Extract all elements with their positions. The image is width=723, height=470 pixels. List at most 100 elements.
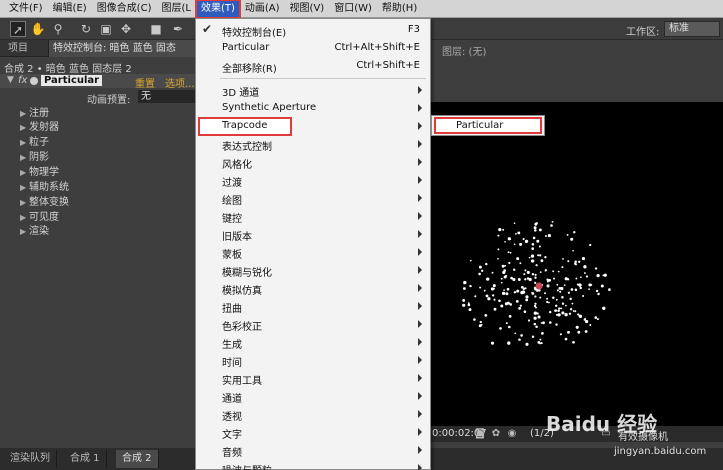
menu-window[interactable]: 窗口(W): [329, 0, 377, 18]
particle-dot: [485, 294, 489, 298]
menu-item-noise-grain[interactable]: 噪波与颗粒: [196, 459, 430, 470]
particle-dot: [570, 288, 574, 291]
selection-tool-icon[interactable]: ➚: [10, 21, 26, 37]
menu-item-audio[interactable]: 音频: [196, 441, 430, 459]
particle-dot: [583, 272, 586, 274]
emitter-center: [535, 282, 543, 290]
menu-item-obsolete[interactable]: 旧版本: [196, 225, 430, 243]
particle-dot: [512, 277, 516, 282]
menu-item-stylize[interactable]: 风格化: [196, 153, 430, 171]
particle-dot: [594, 316, 598, 319]
particle-dot: [502, 270, 506, 275]
tab-comp-2[interactable]: 合成 2: [116, 450, 159, 468]
menu-edit[interactable]: 编辑(E): [48, 0, 92, 18]
tree-item-particle[interactable]: ▶ 粒子: [20, 133, 49, 148]
expand-triangle-icon[interactable]: ▶: [20, 213, 29, 222]
reset-link[interactable]: 重置: [135, 75, 155, 90]
menu-item-transition[interactable]: 过渡: [196, 171, 430, 189]
menu-item-matte[interactable]: 蒙板: [196, 243, 430, 261]
tree-item-physics[interactable]: ▶ 物理学: [20, 163, 59, 178]
particle-dot: [536, 239, 540, 243]
color-channel-icon[interactable]: ◉: [506, 428, 518, 440]
rotate-tool-icon[interactable]: ↻: [78, 21, 94, 37]
tree-item-world-transform[interactable]: ▶ 整体变换: [20, 193, 69, 208]
options-link[interactable]: 选项...: [165, 75, 195, 90]
expand-triangle-icon[interactable]: ▶: [20, 109, 29, 118]
camera-tool-icon[interactable]: ▣: [98, 21, 114, 37]
expand-triangle-icon[interactable]: ▶: [20, 227, 29, 236]
particle-dot: [580, 276, 582, 279]
menu-item-effect-controls[interactable]: ✔ 特效控制台(E) F3: [196, 21, 430, 39]
tree-item-aux-system[interactable]: ▶ 辅助系统: [20, 178, 69, 193]
tree-item-shading[interactable]: ▶ 阴影: [20, 148, 49, 163]
preset-select[interactable]: 无: [138, 90, 195, 103]
effect-toggle-icon[interactable]: [30, 77, 38, 85]
particle-dot: [584, 319, 589, 324]
menu-item-keying[interactable]: 键控: [196, 207, 430, 225]
submenu-arrow-icon: [418, 374, 422, 382]
pan-behind-tool-icon[interactable]: ✥: [118, 21, 134, 37]
collapse-triangle-icon[interactable]: ▼: [7, 75, 14, 85]
menu-item-distort[interactable]: 扭曲: [196, 297, 430, 315]
layer-tab[interactable]: 图层: (无): [442, 43, 486, 58]
menu-item-simulation[interactable]: 模拟仿真: [196, 279, 430, 297]
composition-viewer[interactable]: [430, 102, 723, 440]
menu-help[interactable]: 帮助(H): [377, 0, 422, 18]
particle-dot: [493, 307, 497, 311]
menu-item-blur-sharpen[interactable]: 模糊与锐化: [196, 261, 430, 279]
menu-item-utility[interactable]: 实用工具: [196, 369, 430, 387]
menu-item-expression-controls[interactable]: 表达式控制: [196, 135, 430, 153]
tree-item-register[interactable]: ▶ 注册: [20, 104, 49, 119]
tree-item-visibility[interactable]: ▶ 可见度: [20, 208, 59, 223]
particle-dot: [539, 254, 542, 257]
particle-dot: [530, 254, 535, 258]
submenu-arrow-icon: [418, 158, 422, 166]
menu-file[interactable]: 文件(F): [4, 0, 48, 18]
fx-icon[interactable]: fx: [18, 75, 27, 86]
submenu-item-particular[interactable]: Particular: [434, 117, 542, 134]
particle-dot: [531, 291, 533, 294]
workspace-select[interactable]: 标准: [664, 21, 720, 37]
snapshot-camera-icon[interactable]: ◙: [474, 428, 486, 440]
tab-render-queue[interactable]: 渲染队列: [4, 450, 57, 468]
expand-triangle-icon[interactable]: ▶: [20, 153, 29, 162]
menu-item-trapcode[interactable]: Trapcode: [198, 117, 292, 136]
menu-effect[interactable]: 效果(T): [194, 0, 241, 19]
expand-triangle-icon[interactable]: ▶: [20, 198, 29, 207]
menu-item-text[interactable]: 文字: [196, 423, 430, 441]
menu-item-synthetic-aperture[interactable]: Synthetic Aperture: [196, 99, 430, 117]
expand-triangle-icon[interactable]: ▶: [20, 123, 29, 132]
particle-dot: [493, 298, 496, 301]
menu-view[interactable]: 视图(V): [285, 0, 330, 18]
menubar: 文件(F) 编辑(E) 图像合成(C) 图层(L 效果(T) 动画(A) 视图(…: [0, 0, 723, 19]
menu-item-particular[interactable]: Particular Ctrl+Alt+Shift+E: [196, 39, 430, 57]
menu-item-3d-channel[interactable]: 3D 通道: [196, 81, 430, 99]
expand-triangle-icon[interactable]: ▶: [20, 183, 29, 192]
rectangle-tool-icon[interactable]: ■: [148, 21, 164, 37]
menu-composition[interactable]: 图像合成(C): [92, 0, 157, 18]
menu-animation[interactable]: 动画(A): [240, 0, 285, 18]
tab-project[interactable]: 项目: [8, 40, 28, 57]
particle-dot: [582, 294, 585, 298]
hand-tool-icon[interactable]: ✋: [30, 21, 46, 37]
menu-item-time[interactable]: 时间: [196, 351, 430, 369]
tree-item-rendering[interactable]: ▶ 渲染: [20, 222, 49, 237]
show-snapshot-icon[interactable]: ✿: [490, 428, 502, 440]
menu-item-generate[interactable]: 生成: [196, 333, 430, 351]
menu-item-remove-all[interactable]: 全部移除(R) Ctrl+Shift+E: [196, 57, 430, 75]
expand-triangle-icon[interactable]: ▶: [20, 168, 29, 177]
menu-layer[interactable]: 图层(L: [156, 0, 195, 18]
menu-item-channel[interactable]: 通道: [196, 387, 430, 405]
menu-item-color-correction[interactable]: 色彩校正: [196, 315, 430, 333]
particle-dot: [522, 238, 525, 241]
tree-item-emitter[interactable]: ▶ 发射器: [20, 118, 59, 133]
tab-comp-1[interactable]: 合成 1: [64, 450, 107, 468]
menu-item-perspective[interactable]: 透视: [196, 405, 430, 423]
expand-triangle-icon[interactable]: ▶: [20, 138, 29, 147]
tab-effect-controls[interactable]: 特效控制台: 暗色 蓝色 固态: [48, 40, 195, 57]
pen-tool-icon[interactable]: ✒: [170, 21, 186, 37]
menu-item-paint[interactable]: 绘图: [196, 189, 430, 207]
zoom-tool-icon[interactable]: ⚲: [50, 21, 66, 37]
particle-dot: [546, 284, 550, 288]
effect-name[interactable]: Particular: [41, 75, 103, 86]
